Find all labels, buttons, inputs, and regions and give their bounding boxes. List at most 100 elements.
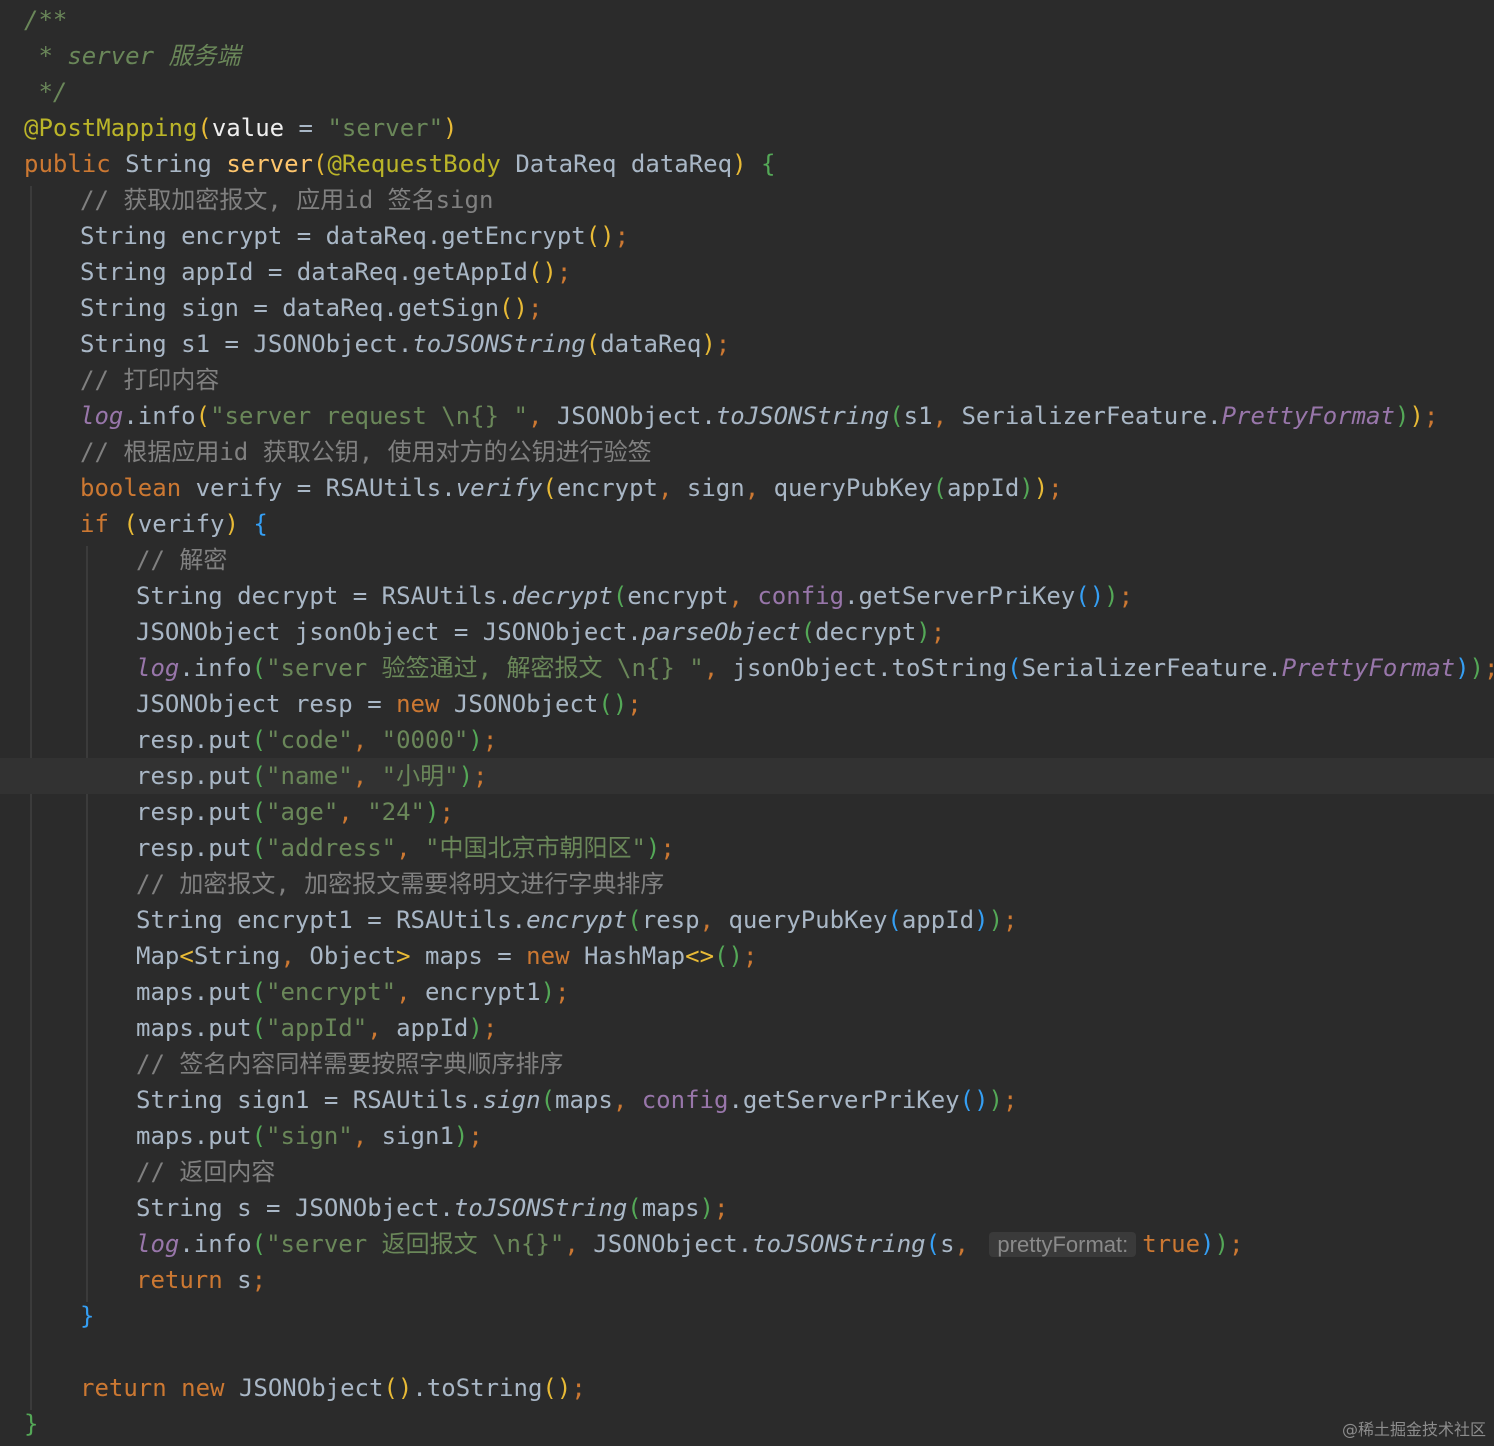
code-token: sign [482,1086,541,1114]
code-token: JSONObject. [556,402,716,430]
code-line[interactable]: String s = JSONObject.toJSONString(maps)… [0,1190,1494,1226]
code-line[interactable]: JSONObject jsonObject = JSONObject.parse… [0,614,1494,650]
code-line[interactable]: // 打印内容 [0,362,1494,398]
code-token: queryPubKey [773,474,933,502]
code-token: ) [645,834,661,862]
code-token: PrettyFormat [1221,402,1395,430]
code-token: , [954,1230,984,1258]
code-token: String decrypt = RSAUtils. [136,582,512,610]
code-line[interactable]: return new JSONObject().toString(); [0,1370,1494,1406]
code-token: ( [1007,654,1022,682]
code-line[interactable]: maps.put("encrypt", encrypt1); [0,974,1494,1010]
code-token: } [80,1302,95,1330]
code-token: // 获取加密报文, 应用id 签名sign [80,186,494,214]
code-line[interactable]: } [0,1406,1494,1442]
code-token: maps.put [136,978,252,1006]
code-token: encrypt [526,906,628,934]
code-token: ) [1033,474,1049,502]
code-line[interactable]: Map<String, Object> maps = new HashMap<>… [0,938,1494,974]
code-line[interactable]: log.info("server request \n{} ", JSONObj… [0,398,1494,434]
code-token: * server 服务端 [24,42,241,70]
code-token: s [940,1230,955,1258]
code-line[interactable]: // 加密报文, 加密报文需要将明文进行字典排序 [0,866,1494,902]
code-line[interactable]: } [0,1298,1494,1334]
code-line[interactable]: boolean verify = RSAUtils.verify(encrypt… [0,470,1494,506]
code-token: , [338,798,368,826]
code-line[interactable]: return s; [0,1262,1494,1298]
code-line[interactable]: resp.put("name", "小明"); [0,758,1494,794]
code-token: JSONObject [238,1374,384,1402]
code-token: JSONObject resp = [136,690,397,718]
code-line[interactable]: String appId = dataReq.getAppId(); [0,254,1494,290]
code-token: Object [309,942,397,970]
code-token: ; [555,978,570,1006]
code-token: ) [1200,1230,1215,1258]
code-token: .info [179,1230,252,1258]
code-token: HashMap [583,942,686,970]
code-token: , [744,474,774,502]
code-line[interactable] [0,1334,1494,1370]
code-token: , [932,402,962,430]
code-token: ( [542,474,557,502]
code-line[interactable]: // 签名内容同样需要按照字典顺序排序 [0,1046,1494,1082]
code-token: String sign1 = RSAUtils. [136,1086,483,1114]
code-token: ) [732,150,747,178]
code-token: ( [627,1194,642,1222]
code-token: ( [251,726,267,754]
code-line[interactable]: /** [0,2,1494,38]
code-line[interactable]: @PostMapping(value = "server") [0,110,1494,146]
code-line[interactable]: */ [0,74,1494,110]
code-token: <> [685,942,715,970]
code-token: , [612,1086,642,1114]
code-line[interactable]: * server 服务端 [0,38,1494,74]
code-token: sign1 [381,1122,454,1150]
code-line[interactable]: String s1 = JSONObject.toJSONString(data… [0,326,1494,362]
code-line[interactable]: maps.put("sign", sign1); [0,1118,1494,1154]
code-token: if [80,510,124,538]
code-token: String sign = dataReq.getSign [80,294,500,322]
code-line[interactable]: // 根据应用id 获取公钥, 使用对方的公钥进行验签 [0,434,1494,470]
code-line[interactable]: // 解密 [0,542,1494,578]
code-line[interactable]: maps.put("appId", appId); [0,1010,1494,1046]
code-token: , [352,726,382,754]
code-token: resp.put [136,834,252,862]
code-token: ) [468,1014,483,1042]
code-token: ) [1104,582,1119,610]
code-token: ) [701,330,716,358]
code-token: , [396,978,425,1006]
code-token: ; [1118,582,1134,610]
code-line[interactable]: String encrypt1 = RSAUtils.encrypt(resp,… [0,902,1494,938]
code-token: ; [482,726,498,754]
code-token: ( [251,834,267,862]
code-line[interactable]: String sign = dataReq.getSign(); [0,290,1494,326]
code-line[interactable]: JSONObject resp = new JSONObject(); [0,686,1494,722]
code-token: // 签名内容同样需要按照字典顺序排序 [136,1050,564,1078]
code-line[interactable]: resp.put("address", "中国北京市朝阳区"); [0,830,1494,866]
parameter-hint: prettyFormat: [989,1232,1137,1257]
code-line[interactable]: String sign1 = RSAUtils.sign(maps, confi… [0,1082,1494,1118]
code-token: appId [947,474,1020,502]
code-editor[interactable]: /** * server 服务端 */ @PostMapping(value = … [0,0,1494,1446]
code-line[interactable]: // 获取加密报文, 应用id 签名sign [0,182,1494,218]
code-token: resp.put [136,798,252,826]
code-token: () [542,1374,572,1402]
code-token: verify [137,510,225,538]
code-line[interactable]: String encrypt = dataReq.getEncrypt(); [0,218,1494,254]
code-line[interactable]: log.info("server 返回报文 \n{}", JSONObject.… [0,1226,1494,1262]
code-token: resp [641,906,700,934]
code-token: , [367,1014,397,1042]
code-line[interactable]: // 返回内容 [0,1154,1494,1190]
code-token: maps = [410,942,527,970]
code-line[interactable]: resp.put("code", "0000"); [0,722,1494,758]
code-line[interactable]: log.info("server 验签通过, 解密报文 \n{} ", json… [0,650,1494,686]
code-token: , [703,654,733,682]
code-token: ( [251,762,267,790]
code-token: String [193,942,281,970]
code-token: ) [1469,654,1484,682]
code-token: ; [482,1014,498,1042]
code-line[interactable]: if (verify) { [0,506,1494,542]
code-line[interactable]: public String server(@RequestBody DataRe… [0,146,1494,182]
code-line[interactable]: resp.put("age", "24"); [0,794,1494,830]
code-token: ) [988,906,1004,934]
code-line[interactable]: String decrypt = RSAUtils.decrypt(encryp… [0,578,1494,614]
